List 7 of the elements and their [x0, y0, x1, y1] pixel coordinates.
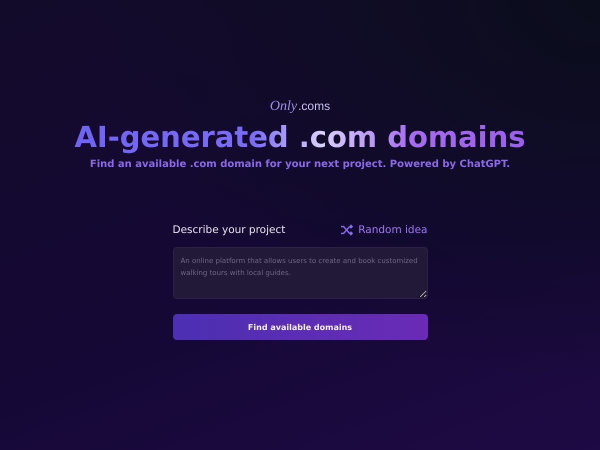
shuffle-icon: [340, 224, 354, 236]
logo-script: Only: [270, 99, 298, 115]
tagline: Find an available .com domain for your next project. Powered by ChatGPT.: [90, 159, 510, 170]
logo-text: .coms: [298, 99, 330, 113]
find-domains-button[interactable]: Find available domains: [172, 314, 428, 340]
field-label: Describe your project: [172, 224, 286, 236]
random-idea-link[interactable]: Random idea: [340, 224, 428, 236]
